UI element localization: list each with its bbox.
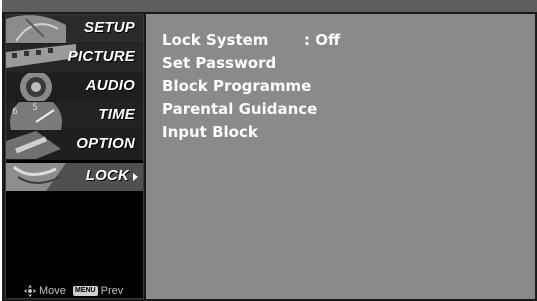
menu-item-time[interactable]: 6 5 TIME xyxy=(6,102,143,130)
hint-prev-label: Prev xyxy=(100,285,124,297)
hint-move: Move xyxy=(24,285,66,297)
lock-settings-panel: Lock System : Off Set Password Block Pro… xyxy=(146,14,535,299)
menu-item-picture[interactable]: PICTURE xyxy=(6,44,143,72)
hint-prev: MENU Prev xyxy=(73,285,123,297)
menu-item-label: OPTION xyxy=(76,135,135,152)
top-bar xyxy=(2,0,537,12)
menu-item-setup[interactable]: SETUP xyxy=(6,15,143,43)
divider xyxy=(6,159,143,160)
row-label: Parental Guidance xyxy=(162,100,318,118)
menu-item-label: PICTURE xyxy=(67,48,135,65)
input-block-row[interactable]: Input Block xyxy=(162,123,258,141)
menu-item-label: LOCK xyxy=(85,167,129,184)
set-password-row[interactable]: Set Password xyxy=(162,54,276,72)
lock-system-row[interactable]: Lock System : Off xyxy=(162,31,340,49)
main-menu-sidebar: SETUP PICTURE AUDIO 6 5 TIME OPTION LOCK… xyxy=(5,14,144,299)
menu-item-label: SETUP xyxy=(83,19,135,36)
lock-system-value: : Off xyxy=(304,31,341,49)
parental-guidance-row[interactable]: Parental Guidance xyxy=(162,100,317,118)
menu-key-icon: MENU xyxy=(73,286,98,296)
row-label: Lock System xyxy=(162,31,269,49)
navigation-pad-icon xyxy=(24,285,36,297)
block-programme-row[interactable]: Block Programme xyxy=(162,77,311,95)
svg-text:6: 6 xyxy=(12,107,18,117)
menu-item-audio[interactable]: AUDIO xyxy=(6,73,143,101)
chevron-right-icon xyxy=(133,173,138,181)
menu-item-label: AUDIO xyxy=(85,77,135,94)
menu-item-label: TIME xyxy=(98,106,135,123)
row-label: Input Block xyxy=(162,123,258,141)
menu-item-option[interactable]: OPTION xyxy=(6,131,143,159)
tv-osd-screen: SETUP PICTURE AUDIO 6 5 TIME OPTION LOCK… xyxy=(0,0,537,301)
menu-item-lock[interactable]: LOCK xyxy=(6,163,143,191)
svg-text:5: 5 xyxy=(32,103,38,113)
row-label: Block Programme xyxy=(162,77,312,95)
hint-move-label: Move xyxy=(39,285,66,297)
row-label: Set Password xyxy=(162,54,277,72)
